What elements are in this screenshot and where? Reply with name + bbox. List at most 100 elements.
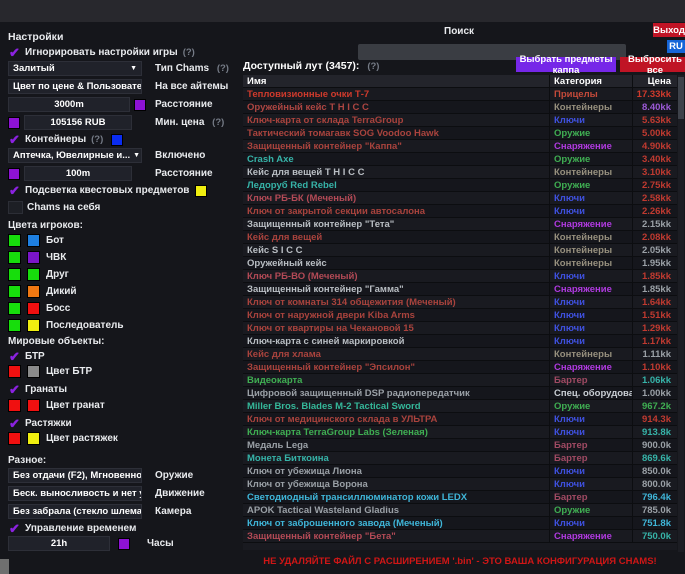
loot-item-name: Кейс для хлама <box>243 348 549 360</box>
containers-help-icon[interactable]: (?) <box>91 134 103 145</box>
player-color-b-swatch[interactable] <box>27 251 40 264</box>
player-color-a-swatch[interactable] <box>8 234 21 247</box>
distance-color-swatch[interactable] <box>134 99 146 111</box>
loot-table-row[interactable]: Защищенный контейнер "Каппа"Снаряжение4.… <box>243 140 677 153</box>
loot-table-row[interactable]: Кейс для вещейКонтейнеры2.08kk <box>243 231 677 244</box>
btr-color-b-swatch[interactable] <box>27 365 40 378</box>
hours-input[interactable]: 21h <box>8 536 110 551</box>
containers-color-swatch[interactable] <box>111 134 123 146</box>
loot-table-row[interactable]: Ключ-карта с синей маркировкойКлючи1.17k… <box>243 335 677 348</box>
loot-table-row[interactable]: Ключ от наружной двери Kiba ArmsКлючи1.5… <box>243 309 677 322</box>
loot-table-row[interactable]: Защищенный контейнер "Эпсилон"Снаряжение… <box>243 361 677 374</box>
loot-table-row[interactable]: Светодиодный трансиллюминатор кожи LEDXБ… <box>243 491 677 504</box>
loot-table-row[interactable]: Ледоруб Red RebelОружие2.75kk <box>243 179 677 192</box>
loot-table-row[interactable]: Ключ РБ-БК (Меченый)Ключи2.58kk <box>243 192 677 205</box>
loot-table-row[interactable]: Ключ-карта TerraGroup Labs (Зеленая)Ключ… <box>243 426 677 439</box>
loot-item-category: Контейнеры <box>549 244 632 256</box>
loot-table-row[interactable]: Кейс S I C CКонтейнеры2.05kk <box>243 244 677 257</box>
quest-highlight-label: Подсветка квестовых предметов <box>25 185 189 196</box>
loot-table-row[interactable]: Кейс для вещей T H I C CКонтейнеры3.10kk <box>243 166 677 179</box>
player-color-b-swatch[interactable] <box>27 268 40 281</box>
select-kappa-items-button[interactable]: Выбрать предметы каппа <box>516 57 616 72</box>
loot-item-price: 1.10kk <box>632 361 677 373</box>
loot-table-row[interactable]: Ключ от убежища ВоронаКлючи800.0k <box>243 478 677 491</box>
containers-checkbox[interactable]: ✔ <box>8 133 21 146</box>
loot-table-row[interactable]: Оружейный кейс T H I C CКонтейнеры8.40kk <box>243 101 677 114</box>
hours-color-swatch[interactable] <box>118 538 130 550</box>
loot-table-row[interactable]: Ключ от комнаты 314 общежития (Меченый)К… <box>243 296 677 309</box>
grenades-checkbox[interactable]: ✔ <box>8 383 21 396</box>
column-header-name[interactable]: Имя <box>243 75 549 87</box>
loot-table-row[interactable]: Ключ от квартиры на Чекановой 15Ключи1.2… <box>243 322 677 335</box>
loot-table-row[interactable]: ВидеокартаБартер1.06kk <box>243 374 677 387</box>
player-color-a-swatch[interactable] <box>8 251 21 264</box>
player-color-a-swatch[interactable] <box>8 268 21 281</box>
column-header-category[interactable]: Категория <box>549 75 632 87</box>
loot-help-icon[interactable]: (?) <box>367 61 379 72</box>
player-color-b-swatch[interactable] <box>27 285 40 298</box>
player-color-a-swatch[interactable] <box>8 302 21 315</box>
exit-button[interactable]: Выход <box>653 23 685 37</box>
loot-item-name: Защищенный контейнер "Эпсилон" <box>243 361 549 373</box>
drop-all-button[interactable]: Выбросить все <box>620 57 685 72</box>
grenades-color-a-swatch[interactable] <box>8 399 21 412</box>
all-items-dropdown[interactable]: Цвет по цене & Пользователь ▼ <box>8 79 142 94</box>
containers-filter-dropdown[interactable]: Аптечка, Ювелирные и... ▼ <box>8 148 142 163</box>
loot-table-row[interactable]: Цифровой защищенный DSP радиопередатчикС… <box>243 387 677 400</box>
loot-table-row[interactable]: Тепловизионные очки Т-7Прицелы17.33kk <box>243 88 677 101</box>
loot-table-row[interactable]: Ключ от медицинского склада в УЛЬТРАКлюч… <box>243 413 677 426</box>
weapon-dropdown[interactable]: Без отдачи (F2), Мгновенное п ▼ <box>8 468 142 483</box>
containers-distance-color-swatch[interactable] <box>8 168 20 180</box>
player-color-b-swatch[interactable] <box>27 302 40 315</box>
loot-table-row[interactable]: Ключ-карта от склада TerraGroupКлючи5.63… <box>243 114 677 127</box>
loot-scrollbar-thumb[interactable] <box>678 77 684 119</box>
loot-table-row[interactable]: Ключ от закрытой секции автосалонаКлючи2… <box>243 205 677 218</box>
chams-self-checkbox[interactable] <box>8 201 23 214</box>
movement-dropdown[interactable]: Беск. выносливость и нет уста ▼ <box>8 486 142 501</box>
grenades-color-b-swatch[interactable] <box>27 399 40 412</box>
language-button[interactable]: RU <box>667 40 685 53</box>
distance-label: Расстояние <box>155 99 213 110</box>
quest-highlight-checkbox[interactable]: ✔ <box>8 184 21 197</box>
player-color-a-swatch[interactable] <box>8 319 21 332</box>
grenades-label: Гранаты <box>25 384 67 395</box>
loot-table-row[interactable]: Защищенный контейнер "Бета"Снаряжение750… <box>243 530 677 543</box>
loot-table-row[interactable]: Miller Bros. Blades M-2 Tactical SwordОр… <box>243 400 677 413</box>
loot-table-row[interactable]: APOK Tactical Wasteland GladiusОружие785… <box>243 504 677 517</box>
player-color-b-swatch[interactable] <box>27 234 40 247</box>
player-color-a-swatch[interactable] <box>8 285 21 298</box>
loot-item-price: 5.00kk <box>632 127 677 139</box>
player-color-b-swatch[interactable] <box>27 319 40 332</box>
ignore-help-icon[interactable]: (?) <box>183 47 195 58</box>
loot-table-row[interactable]: Ключ РБ-ВО (Меченый)Ключи1.85kk <box>243 270 677 283</box>
quest-color-swatch[interactable] <box>195 185 207 197</box>
loot-table-row[interactable]: Crash AxeОружие3.40kk <box>243 153 677 166</box>
loot-item-name: Тактический томагавк SOG Voodoo Hawk <box>243 127 549 139</box>
btr-color-a-swatch[interactable] <box>8 365 21 378</box>
chams-type-dropdown[interactable]: Залитый ▼ <box>8 61 142 76</box>
tripwires-checkbox[interactable]: ✔ <box>8 417 21 430</box>
containers-distance-input[interactable]: 100m <box>24 166 132 181</box>
loot-table-row[interactable]: Ключ от заброшенного завода (Меченый)Клю… <box>243 517 677 530</box>
distance-input[interactable]: 3000m <box>8 97 130 112</box>
column-header-price[interactable]: Цена <box>632 75 677 87</box>
tripwires-color-a-swatch[interactable] <box>8 432 21 445</box>
min-price-input[interactable]: 105156 RUB <box>24 115 132 130</box>
ignore-game-settings-checkbox[interactable]: ✔ <box>8 46 21 59</box>
loot-item-price: 1.11kk <box>632 348 677 360</box>
time-control-checkbox[interactable]: ✔ <box>8 522 21 535</box>
loot-table-row[interactable]: Ключ от убежища ЛионаКлючи850.0k <box>243 465 677 478</box>
loot-table-row[interactable]: Кейс для хламаКонтейнеры1.11kk <box>243 348 677 361</box>
camera-dropdown[interactable]: Без забрала (стекло шлема) ▼ <box>8 504 142 519</box>
loot-table-row[interactable]: Медаль LegaБартер900.0k <box>243 439 677 452</box>
loot-table-row[interactable]: Защищенный контейнер "Тета"Снаряжение2.1… <box>243 218 677 231</box>
tripwires-color-b-swatch[interactable] <box>27 432 40 445</box>
loot-scrollbar[interactable] <box>678 75 684 552</box>
partial-loot-row[interactable] <box>243 543 677 550</box>
loot-table-row[interactable]: Тактический томагавк SOG Voodoo HawkОруж… <box>243 127 677 140</box>
loot-table-row[interactable]: Защищенный контейнер "Гамма"Снаряжение1.… <box>243 283 677 296</box>
btr-checkbox[interactable]: ✔ <box>8 350 21 363</box>
loot-table-row[interactable]: Оружейный кейсКонтейнеры1.95kk <box>243 257 677 270</box>
loot-table-row[interactable]: Монета БиткоинаБартер869.6k <box>243 452 677 465</box>
min-price-color-swatch[interactable] <box>8 117 20 129</box>
